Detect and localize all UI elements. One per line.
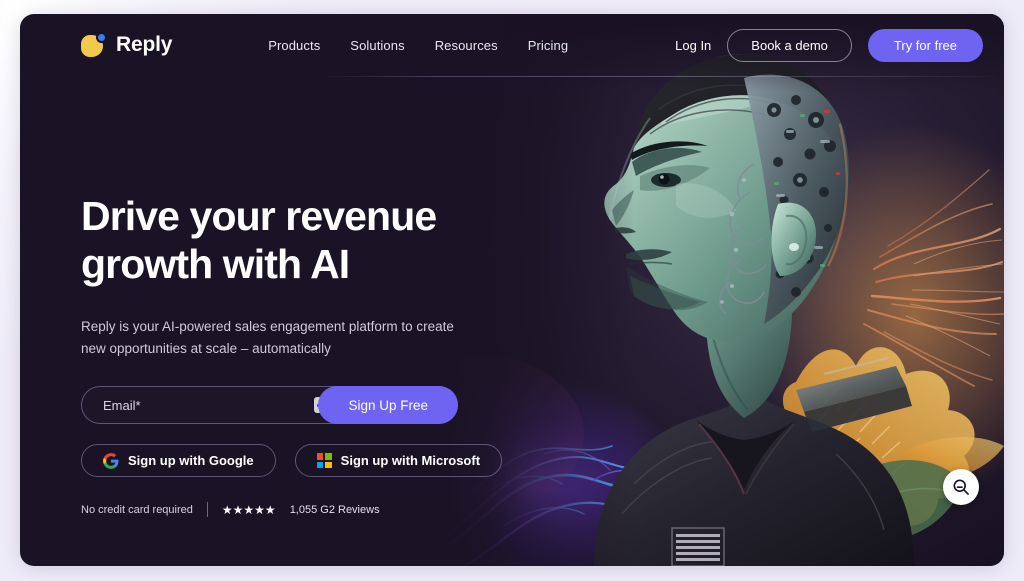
site-header: Reply Products Solutions Resources Prici… bbox=[20, 14, 1004, 76]
header-actions: Log In Book a demo Try for free bbox=[675, 28, 983, 62]
hero-content: Drive your revenue growth with AI Reply … bbox=[81, 192, 551, 518]
nav-item-pricing[interactable]: Pricing bbox=[528, 38, 568, 53]
sign-up-free-button[interactable]: Sign Up Free bbox=[318, 386, 458, 425]
sign-up-microsoft-button[interactable]: Sign up with Microsoft bbox=[294, 444, 503, 478]
book-a-demo-button[interactable]: Book a demo bbox=[727, 28, 852, 62]
reply-logo-icon bbox=[81, 32, 107, 58]
no-credit-card-label: No credit card required bbox=[81, 503, 193, 516]
hero-subtitle: Reply is your AI-powered sales engagemen… bbox=[81, 316, 473, 360]
nav-item-products[interactable]: Products bbox=[268, 38, 320, 53]
nav-item-resources[interactable]: Resources bbox=[435, 38, 498, 53]
social-signup-row: Sign up with Google Sign up with Microso… bbox=[81, 444, 551, 478]
email-input[interactable] bbox=[103, 397, 293, 413]
signup-form: Sign Up Free bbox=[81, 386, 458, 425]
headline-line-2: growth with AI bbox=[81, 241, 350, 288]
g2-reviews-label: 1,055 G2 Reviews bbox=[289, 503, 380, 516]
magnifier-zoom-icon bbox=[953, 479, 969, 495]
subtitle-line-2: opportunities at scale – automatically bbox=[109, 340, 331, 356]
nav-item-solutions[interactable]: Solutions bbox=[350, 38, 404, 53]
microsoft-button-label: Sign up with Microsoft bbox=[340, 453, 481, 469]
headline-line-1: Drive your revenue bbox=[81, 193, 437, 239]
brand-logo[interactable]: Reply bbox=[81, 32, 172, 58]
sign-up-google-button[interactable]: Sign up with Google bbox=[81, 444, 276, 478]
zoom-magnifier-button[interactable] bbox=[943, 469, 979, 505]
login-link[interactable]: Log In bbox=[675, 38, 711, 53]
header-divider bbox=[320, 76, 1004, 77]
page-title: Drive your revenue growth with AI bbox=[81, 192, 551, 289]
microsoft-icon bbox=[316, 453, 332, 469]
site-hero-card: Reply Products Solutions Resources Prici… bbox=[20, 14, 1004, 566]
main-nav: Products Solutions Resources Pricing bbox=[268, 38, 568, 53]
google-button-label: Sign up with Google bbox=[128, 453, 254, 469]
brand-name: Reply bbox=[116, 33, 173, 56]
trust-divider bbox=[206, 502, 208, 518]
trust-row: No credit card required ★★★★★ 1,055 G2 R… bbox=[81, 502, 551, 518]
google-icon bbox=[103, 453, 119, 469]
star-rating-icon: ★★★★★ bbox=[221, 502, 276, 517]
try-for-free-button[interactable]: Try for free bbox=[867, 28, 983, 62]
